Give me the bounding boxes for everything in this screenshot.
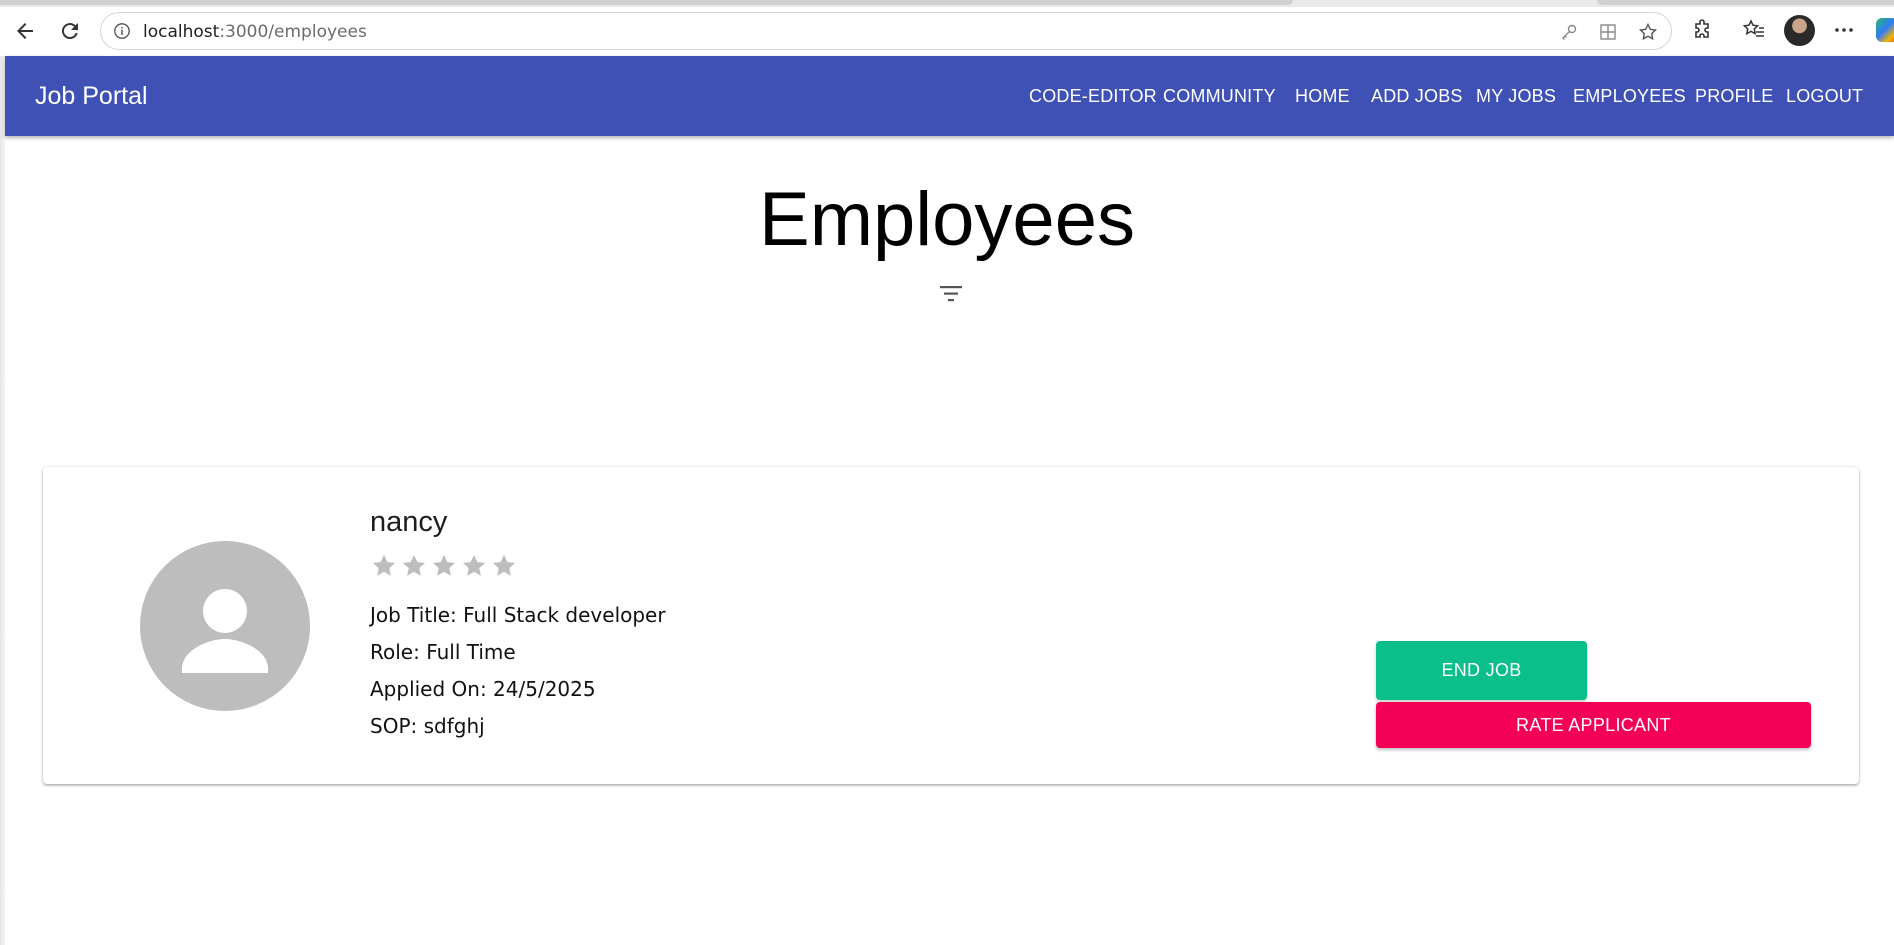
rate-applicant-button[interactable]: RATE APPLICANT xyxy=(1376,702,1811,748)
url-path: :3000/employees xyxy=(219,22,367,42)
job-title-text: Job Title: Full Stack developer xyxy=(370,603,666,627)
app-available-icon[interactable] xyxy=(1598,22,1618,42)
extensions-button[interactable] xyxy=(1689,16,1717,44)
tab-strip xyxy=(0,0,1894,7)
nav-link-code-editor[interactable]: CODE-EDITOR xyxy=(1029,86,1157,107)
nav-link-home[interactable]: HOME xyxy=(1295,86,1350,107)
nav-link-community[interactable]: COMMUNITY xyxy=(1163,86,1276,107)
employee-card: nancy Job Title: Full Stack developer Ro… xyxy=(43,467,1859,784)
address-bar[interactable]: localhost:3000/employees xyxy=(100,12,1672,50)
nav-link-logout[interactable]: LOGOUT xyxy=(1786,86,1863,107)
reload-button[interactable] xyxy=(53,14,87,48)
employee-name: nancy xyxy=(370,506,448,538)
reload-icon xyxy=(61,23,78,40)
favorite-star-icon[interactable] xyxy=(1638,22,1658,42)
more-dots-icon xyxy=(1835,28,1853,32)
star-icon[interactable] xyxy=(430,552,458,580)
nav-link-my-jobs[interactable]: MY JOBS xyxy=(1476,86,1556,107)
nav-link-profile[interactable]: PROFILE xyxy=(1695,86,1773,107)
brand-title[interactable]: Job Portal xyxy=(35,82,148,111)
star-icon[interactable] xyxy=(490,552,518,580)
key-icon[interactable] xyxy=(1559,22,1579,42)
puzzle-icon xyxy=(1695,19,1709,38)
applied-on-text: Applied On: 24/5/2025 xyxy=(370,677,596,701)
back-arrow-icon xyxy=(17,23,33,39)
person-icon xyxy=(182,589,268,673)
inactive-tab-indicator[interactable] xyxy=(1597,0,1894,5)
rating-stars[interactable] xyxy=(370,552,518,580)
url-text[interactable]: localhost:3000/employees xyxy=(143,22,367,42)
profile-avatar[interactable] xyxy=(1784,15,1815,46)
role-text: Role: Full Time xyxy=(370,640,516,664)
back-button[interactable] xyxy=(8,14,42,48)
star-icon[interactable] xyxy=(370,552,398,580)
favorites-list-icon xyxy=(1742,19,1764,37)
settings-more-button[interactable] xyxy=(1830,16,1858,44)
sop-text: SOP: sdfghj xyxy=(370,714,485,738)
star-icon[interactable] xyxy=(460,552,488,580)
star-icon[interactable] xyxy=(400,552,428,580)
copilot-icon[interactable] xyxy=(1876,18,1894,42)
site-info-icon[interactable] xyxy=(113,22,131,40)
nav-link-employees[interactable]: EMPLOYEES xyxy=(1573,86,1686,107)
nav-link-add-jobs[interactable]: ADD JOBS xyxy=(1371,86,1463,107)
url-host: localhost xyxy=(143,22,220,42)
avatar xyxy=(140,541,310,711)
filter-list-icon[interactable] xyxy=(937,282,965,306)
active-tab-indicator[interactable] xyxy=(0,0,1293,5)
browser-toolbar: localhost:3000/employees xyxy=(0,0,1894,56)
end-job-button[interactable]: END JOB xyxy=(1376,641,1587,700)
favorites-button[interactable] xyxy=(1740,16,1768,44)
app-navbar: Job Portal CODE-EDITOR COMMUNITY HOME AD… xyxy=(5,56,1894,136)
page-title: Employees xyxy=(759,177,1135,262)
